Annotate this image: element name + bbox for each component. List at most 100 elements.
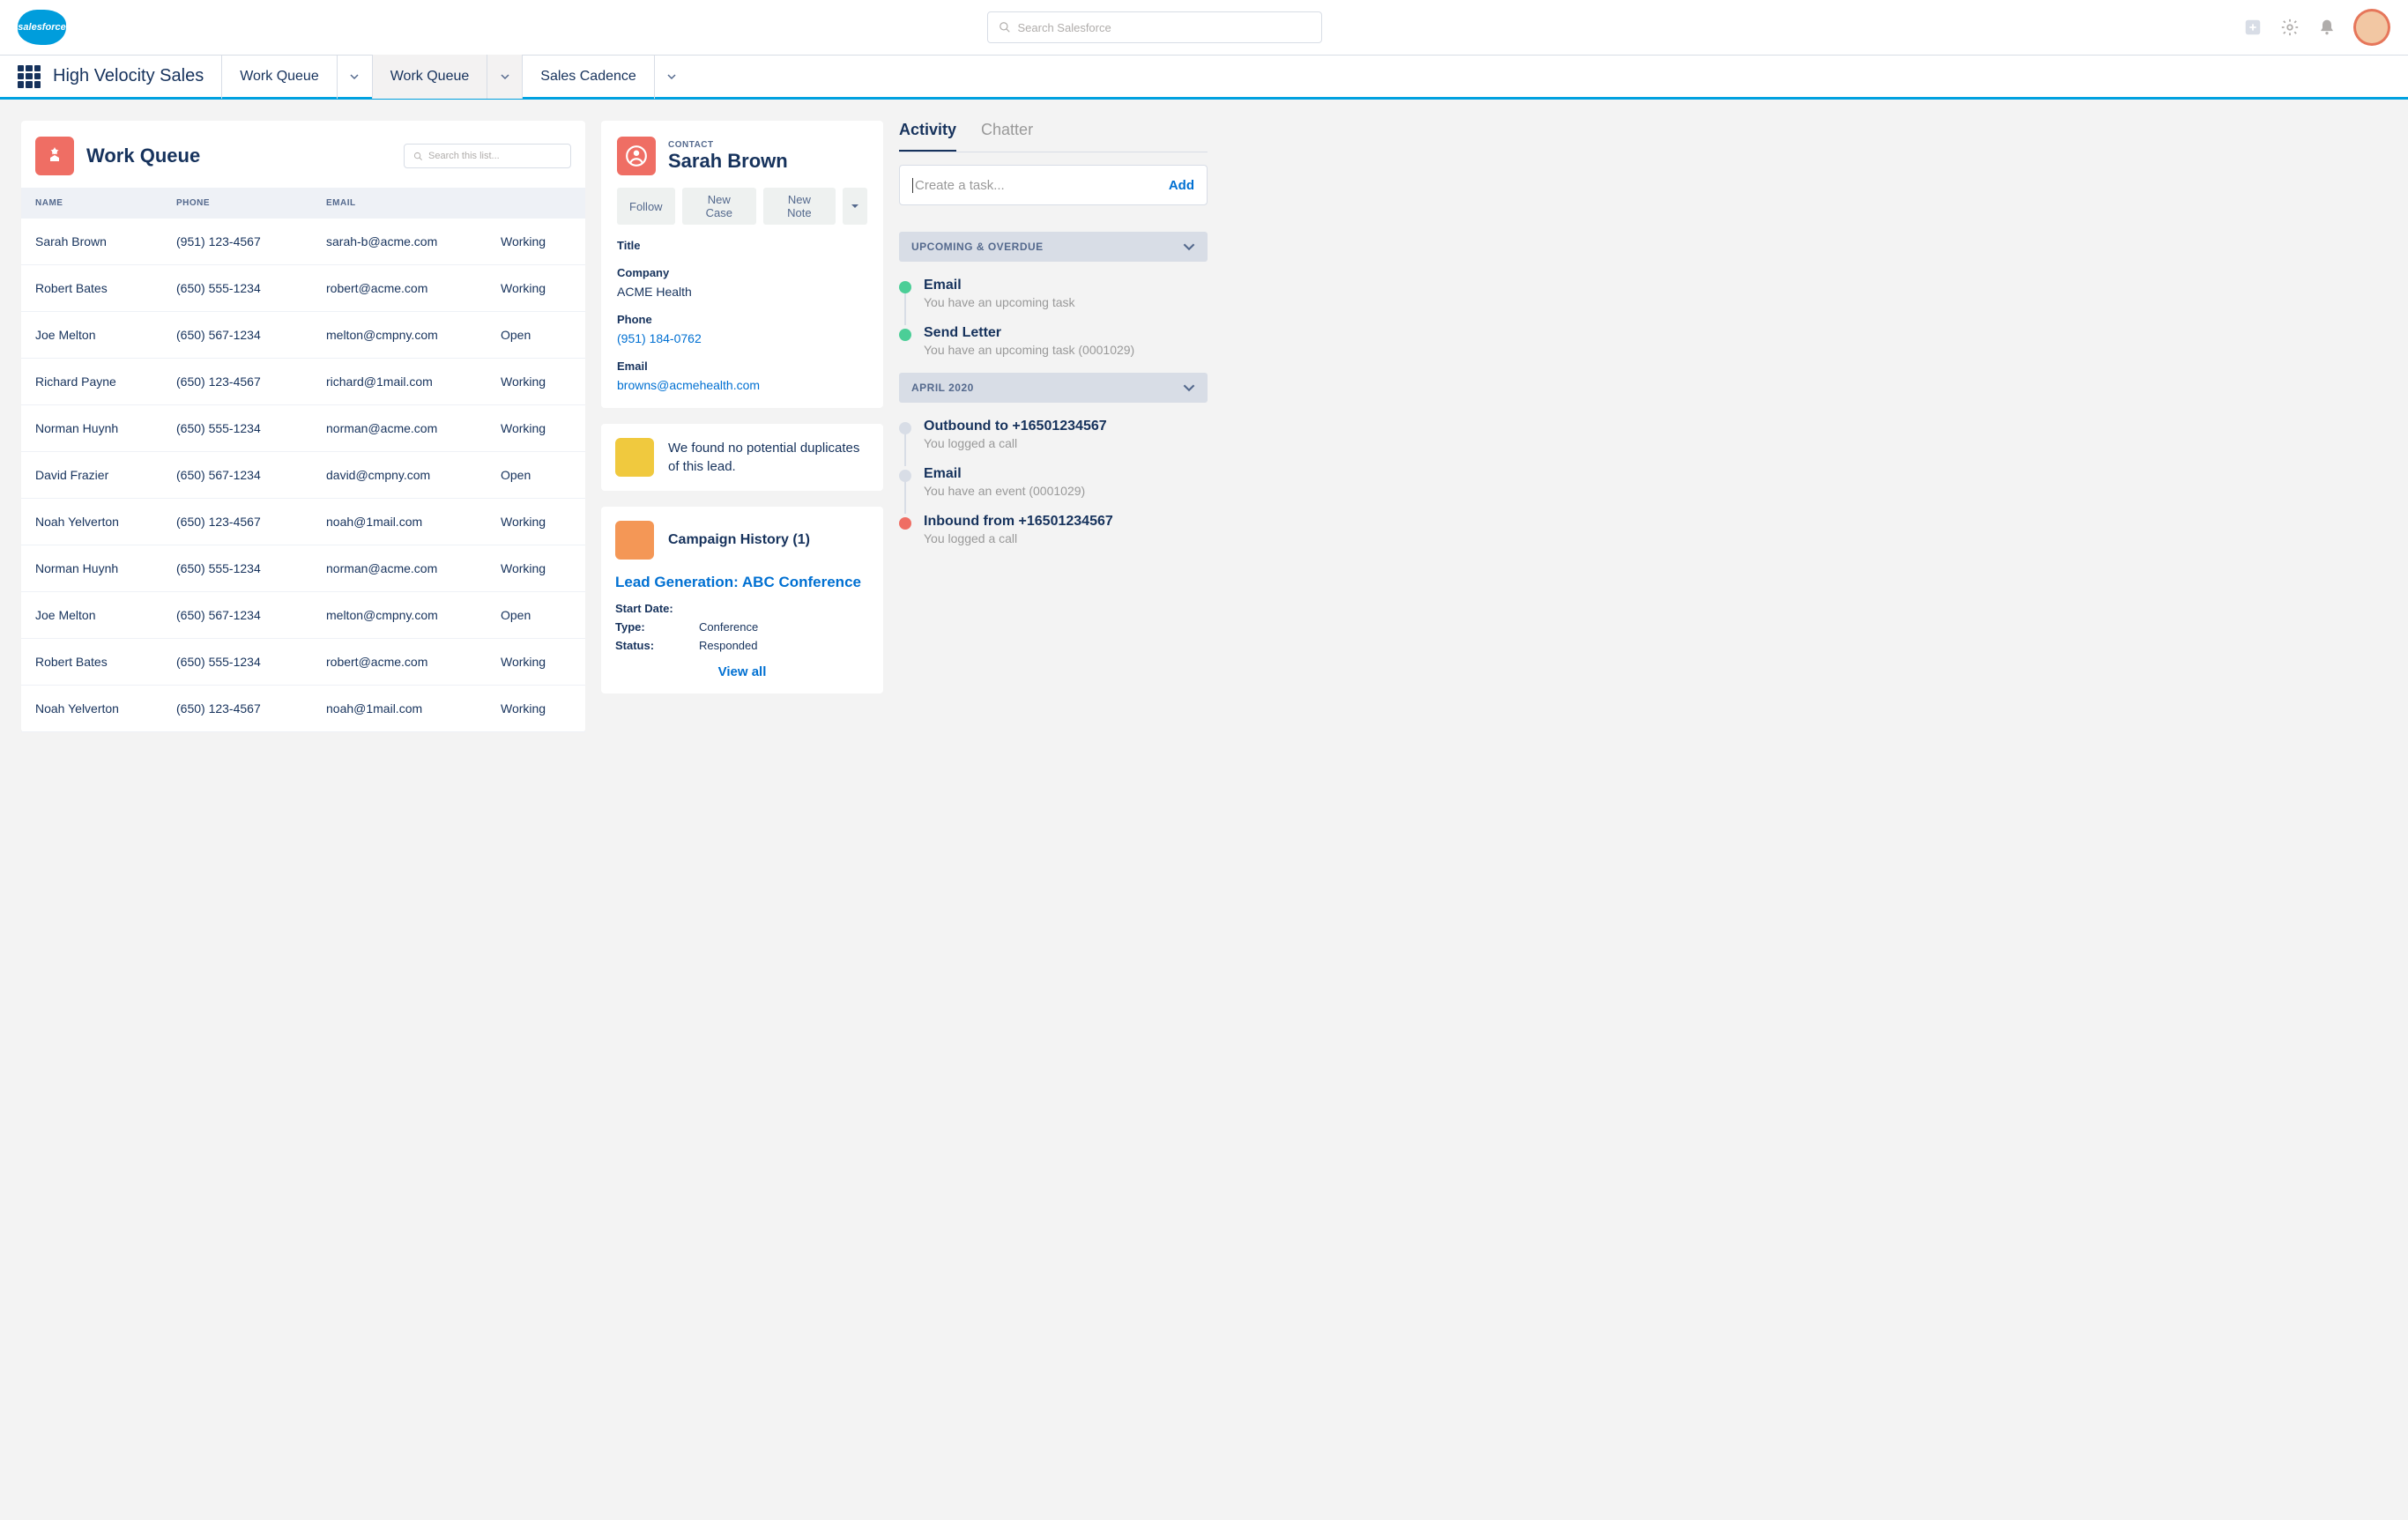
follow-button[interactable]: Follow: [617, 188, 675, 225]
timeline-dot: [899, 517, 911, 530]
title-label: Title: [617, 239, 867, 252]
activity-subtitle: You have an upcoming task (0001029): [924, 343, 1208, 357]
app-launcher-icon[interactable]: [18, 65, 41, 88]
activity-item[interactable]: Outbound to +16501234567You logged a cal…: [899, 419, 1208, 450]
search-placeholder: Search Salesforce: [1018, 21, 1111, 34]
nav-tab-dropdown[interactable]: [487, 55, 522, 99]
nav-tab[interactable]: Sales Cadence: [522, 55, 654, 99]
cell-name: Noah Yelverton: [35, 515, 176, 529]
cell-email: norman@acme.com: [326, 561, 501, 575]
tab-chatter[interactable]: Chatter: [981, 121, 1033, 152]
timeline-dot: [899, 281, 911, 293]
duplicates-icon: [615, 438, 654, 477]
timeline-dot: [899, 470, 911, 482]
activity-subtitle: You logged a call: [924, 531, 1208, 545]
contact-detail-column: CONTACT Sarah Brown Follow New Case New …: [601, 121, 883, 732]
bell-icon[interactable]: [2316, 17, 2337, 38]
section-april[interactable]: APRIL 2020: [899, 373, 1208, 403]
activity-subtitle: You have an event (0001029): [924, 484, 1208, 498]
cell-email: robert@acme.com: [326, 281, 501, 295]
table-row[interactable]: Richard Payne(650) 123-4567richard@1mail…: [21, 359, 585, 405]
chevron-down-icon: [501, 72, 509, 81]
table-row[interactable]: Joe Melton(650) 567-1234melton@cmpny.com…: [21, 312, 585, 359]
app-navbar: High Velocity Sales Work QueueWork Queue…: [0, 56, 2408, 100]
cell-email: sarah-b@acme.com: [326, 234, 501, 248]
chevron-down-icon: [1183, 241, 1195, 253]
activity-subtitle: You logged a call: [924, 436, 1208, 450]
table-row[interactable]: David Frazier(650) 567-1234david@cmpny.c…: [21, 452, 585, 499]
work-queue-title: Work Queue: [86, 145, 200, 167]
contact-icon: [617, 137, 656, 175]
cell-name: Noah Yelverton: [35, 701, 176, 716]
more-actions-button[interactable]: [843, 188, 867, 225]
cell-status: Working: [501, 234, 571, 248]
cell-name: Robert Bates: [35, 281, 176, 295]
cell-email: melton@cmpny.com: [326, 608, 501, 622]
cell-email: robert@acme.com: [326, 655, 501, 669]
nav-tab-dropdown[interactable]: [337, 55, 372, 99]
activity-item[interactable]: Email You have an event (0001029): [899, 466, 1208, 498]
cell-email: richard@1mail.com: [326, 374, 501, 389]
create-task-input[interactable]: Create a task... Add: [899, 165, 1208, 205]
contact-name: Sarah Brown: [668, 150, 788, 173]
timeline-dot: [899, 422, 911, 434]
new-case-button[interactable]: New Case: [682, 188, 756, 225]
add-icon[interactable]: [2242, 17, 2263, 38]
contact-card: CONTACT Sarah Brown Follow New Case New …: [601, 121, 883, 408]
activity-subtitle: You have an upcoming task: [924, 295, 1208, 309]
campaign-icon: [615, 521, 654, 560]
phone-label: Phone: [617, 313, 867, 326]
cell-name: Sarah Brown: [35, 234, 176, 248]
table-row[interactable]: Noah Yelverton(650) 123-4567noah@1mail.c…: [21, 499, 585, 545]
activity-item[interactable]: EmailYou have an upcoming task: [899, 278, 1208, 309]
activity-title: Send Letter: [924, 325, 1208, 341]
cell-email: norman@acme.com: [326, 421, 501, 435]
cell-phone: (650) 123-4567: [176, 374, 326, 389]
cell-email: melton@cmpny.com: [326, 328, 501, 342]
activity-title: Inbound from +16501234567: [924, 514, 1208, 530]
nav-tab[interactable]: Work Queue: [372, 55, 487, 99]
activity-item[interactable]: Inbound from +16501234567You logged a ca…: [899, 514, 1208, 545]
view-all-link[interactable]: View all: [615, 664, 869, 679]
cell-name: Joe Melton: [35, 328, 176, 342]
salesforce-logo[interactable]: salesforce: [18, 10, 66, 45]
table-row[interactable]: Joe Melton(650) 567-1234melton@cmpny.com…: [21, 592, 585, 639]
table-row[interactable]: Norman Huynh(650) 555-1234norman@acme.co…: [21, 405, 585, 452]
gear-icon[interactable]: [2279, 17, 2300, 38]
nav-tab-dropdown[interactable]: [654, 55, 689, 99]
timeline-dot: [899, 329, 911, 341]
table-row[interactable]: Robert Bates(650) 555-1234robert@acme.co…: [21, 639, 585, 686]
table-row[interactable]: Noah Yelverton(650) 123-4567noah@1mail.c…: [21, 686, 585, 732]
cell-email: noah@1mail.com: [326, 701, 501, 716]
duplicates-card: We found no potential duplicates of this…: [601, 424, 883, 491]
cell-name: Richard Payne: [35, 374, 176, 389]
table-row[interactable]: Norman Huynh(650) 555-1234norman@acme.co…: [21, 545, 585, 592]
work-queue-panel: Work Queue Search this list... NAME PHON…: [21, 121, 585, 732]
object-label: CONTACT: [668, 140, 788, 150]
list-search-input[interactable]: Search this list...: [404, 144, 571, 168]
cell-name: Joe Melton: [35, 608, 176, 622]
email-link[interactable]: browns@acmehealth.com: [617, 378, 867, 392]
activity-title: Email: [924, 466, 1208, 482]
col-name: NAME: [35, 198, 176, 208]
user-avatar[interactable]: [2353, 9, 2390, 46]
col-email: EMAIL: [326, 198, 501, 208]
chevron-down-icon: [350, 72, 359, 81]
add-task-button[interactable]: Add: [1169, 178, 1194, 193]
activity-item[interactable]: Send Letter You have an upcoming task (00…: [899, 325, 1208, 357]
section-upcoming[interactable]: UPCOMING & OVERDUE: [899, 232, 1208, 262]
table-header: NAME PHONE EMAIL: [21, 188, 585, 219]
table-row[interactable]: Sarah Brown(951) 123-4567sarah-b@acme.co…: [21, 219, 585, 265]
phone-link[interactable]: (951) 184-0762: [617, 331, 867, 345]
cell-status: Working: [501, 655, 571, 669]
campaign-link[interactable]: Lead Generation: ABC Conference: [615, 574, 869, 591]
tab-activity[interactable]: Activity: [899, 121, 956, 152]
cell-phone: (650) 123-4567: [176, 515, 326, 529]
nav-tab[interactable]: Work Queue: [221, 55, 337, 99]
cell-phone: (650) 567-1234: [176, 608, 326, 622]
table-row[interactable]: Robert Bates(650) 555-1234robert@acme.co…: [21, 265, 585, 312]
search-icon: [413, 152, 423, 161]
company-label: Company: [617, 266, 867, 279]
new-note-button[interactable]: New Note: [763, 188, 836, 225]
global-search-input[interactable]: Search Salesforce: [987, 11, 1322, 43]
